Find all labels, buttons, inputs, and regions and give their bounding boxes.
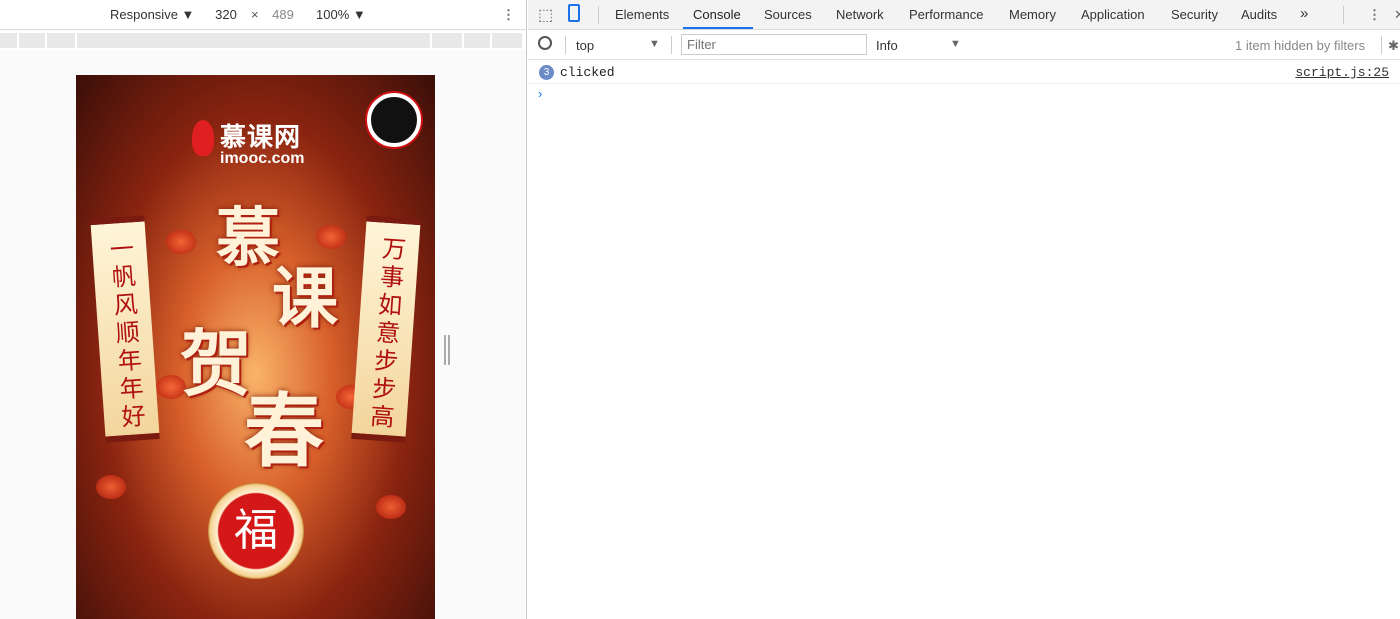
devtools-menu-icon[interactable]: ⋮ (1368, 7, 1381, 23)
console-settings-icon[interactable]: ✱ (1388, 38, 1399, 54)
resize-handle[interactable] (444, 335, 450, 365)
devtools-tabbar: ⬚ Elements Console Sources Network Perfo… (528, 0, 1400, 30)
imooc-logo: 慕课网 imooc.com (220, 117, 304, 168)
message-text: clicked (560, 65, 615, 80)
tab-application[interactable]: Application (1081, 7, 1145, 22)
device-toolbar-icon[interactable] (568, 4, 580, 22)
seal: 福 (208, 483, 304, 579)
left-couplet: 一帆风顺年年好 (90, 215, 160, 443)
context-select[interactable]: top ▼ (576, 38, 661, 53)
flame-logo-icon (192, 120, 214, 156)
console-prompt[interactable]: › (538, 86, 542, 101)
source-link[interactable]: script.js:25 (1295, 65, 1389, 80)
title-char-4: 春 (244, 384, 324, 478)
active-tab-indicator (683, 27, 753, 29)
title-char-1: 慕 (216, 201, 280, 276)
tab-elements[interactable]: Elements (615, 7, 669, 22)
close-devtools-icon[interactable]: ✕ (1394, 7, 1400, 23)
logo-cn: 慕课网 (220, 122, 302, 152)
tab-performance[interactable]: Performance (909, 7, 983, 22)
title-char-3: 贺 (180, 321, 253, 406)
console-message: 3 clicked script.js:25 (528, 60, 1400, 84)
log-level-select[interactable]: Info ▼ (876, 38, 961, 53)
inspect-element-icon[interactable]: ⬚ (538, 5, 553, 25)
context-label: top (576, 38, 595, 53)
more-tabs-icon[interactable]: » (1300, 5, 1308, 22)
tab-audits[interactable]: Audits (1241, 7, 1277, 22)
log-level-label: Info (876, 38, 898, 53)
filter-input[interactable] (681, 34, 867, 55)
device-emulation-pane: Responsive ▼ 320 × 489 100% ▼ ⋮ 慕课网 imoo… (0, 0, 527, 619)
tab-sources[interactable]: Sources (764, 7, 812, 22)
devtools-pane: ⬚ Elements Console Sources Network Perfo… (528, 0, 1400, 619)
logo-en: imooc.com (220, 150, 305, 167)
device-select[interactable]: Responsive ▼ (110, 7, 194, 22)
hidden-items-status: 1 item hidden by filters (1235, 38, 1366, 53)
console-toolbar: top▼ Info▼ 1 item hidden by filters ✱ (528, 30, 1400, 60)
times-sign: × (251, 7, 259, 22)
device-label: Responsive (110, 7, 178, 22)
tab-console[interactable]: Console (693, 7, 741, 22)
tab-security[interactable]: Security (1171, 7, 1218, 22)
poster-viewport[interactable]: 慕课网 imooc.com 一帆风顺年年好 万事如意步步高 慕 课 贺 春 福 (76, 75, 435, 619)
title-char-2: 课 (272, 259, 338, 337)
clear-console-icon[interactable] (538, 36, 552, 50)
device-toolbar: Responsive ▼ 320 × 489 100% ▼ ⋮ (0, 0, 526, 30)
media-query-ruler[interactable] (0, 31, 526, 50)
height-input[interactable]: 489 (265, 7, 301, 22)
zoom-label: 100% (316, 7, 350, 22)
repeat-count-badge: 3 (539, 65, 554, 80)
right-couplet: 万事如意步步高 (351, 215, 421, 443)
tab-memory[interactable]: Memory (1009, 7, 1056, 22)
tab-network[interactable]: Network (836, 7, 884, 22)
width-input[interactable]: 320 (208, 7, 244, 22)
zoom-select[interactable]: 100% ▼ (316, 7, 366, 22)
music-toggle-icon[interactable] (367, 93, 421, 147)
more-options-icon[interactable]: ⋮ (502, 7, 515, 23)
